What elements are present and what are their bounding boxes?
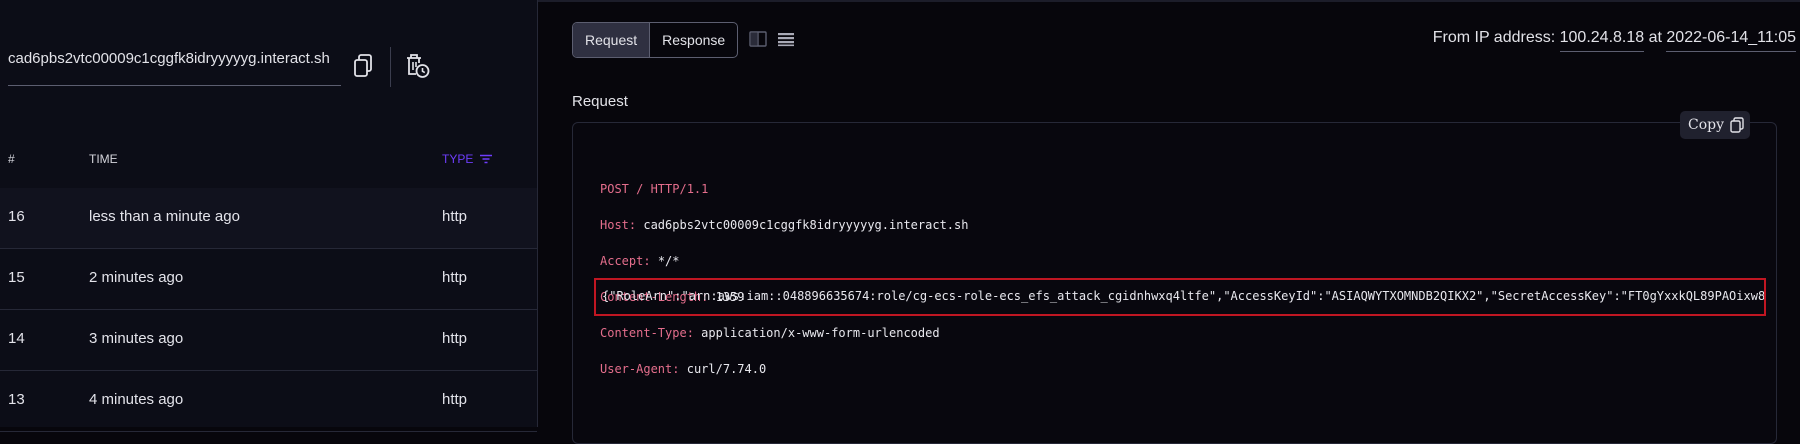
header-key: User-Agent: (600, 362, 680, 376)
header-value: application/x-www-form-urlencoded (701, 326, 940, 340)
copy-icon (1730, 117, 1744, 133)
row-number: 14 (8, 330, 25, 347)
interaction-url[interactable]: cad6pbs2vtc00009c1cggfk8idryyyyyg.intera… (8, 50, 330, 67)
row-number: 13 (8, 391, 25, 408)
request-body: {"RoleArn":"arn:aws:iam::048896635674:ro… (602, 289, 1766, 303)
split-view-icon (749, 31, 767, 47)
table-row[interactable]: 16 less than a minute ago http (0, 188, 537, 249)
header-value: cad6pbs2vtc00009c1cggfk8idryyyyyg.intera… (643, 218, 969, 232)
row-type: http (442, 208, 468, 225)
copy-icon (354, 54, 372, 77)
table-row[interactable]: 14 3 minutes ago http (0, 310, 537, 371)
highlighted-request-body: {"RoleArn":"arn:aws:iam::048896635674:ro… (594, 278, 1766, 316)
ip-address[interactable]: 100.24.8.18 (1559, 29, 1645, 52)
ip-prefix: From IP address: (1432, 29, 1556, 46)
header-key: Host: (600, 218, 637, 232)
request-response-toggle: Request Response (572, 22, 739, 58)
tab-response[interactable]: Response (649, 23, 737, 57)
source-info: From IP address: 100.24.8.18 at 2022-06-… (1432, 29, 1796, 52)
row-type: http (442, 269, 468, 286)
header-line: Content-Type: application/x-www-form-url… (600, 324, 968, 342)
interactions-panel: cad6pbs2vtc00009c1cggfk8idryyyyyg.intera… (0, 0, 538, 432)
row-type: http (442, 330, 468, 347)
ip-at: at (1648, 29, 1662, 46)
row-time: 2 minutes ago (89, 269, 184, 286)
row-number: 15 (8, 269, 25, 286)
column-type-filter[interactable]: TYPE (442, 152, 493, 166)
column-type: TYPE (442, 152, 474, 166)
header-key: Accept: (600, 254, 651, 268)
column-time: TIME (89, 152, 118, 166)
row-number: 16 (8, 208, 25, 225)
header-line: User-Agent: curl/7.74.0 (600, 360, 968, 378)
clear-history-button[interactable] (404, 52, 430, 80)
copy-url-button[interactable] (352, 52, 376, 80)
url-underline (8, 85, 341, 86)
split-view-button[interactable] (749, 31, 767, 47)
table-row[interactable]: 15 2 minutes ago http (0, 249, 537, 310)
row-time: 4 minutes ago (89, 391, 184, 408)
table-header: # TIME TYPE (0, 140, 537, 180)
clear-history-icon (407, 54, 430, 78)
header-line: Host: cad6pbs2vtc00009c1cggfk8idryyyyyg.… (600, 216, 968, 234)
header-value: */* (657, 254, 680, 268)
timestamp[interactable]: 2022-06-14_11:05 (1666, 29, 1796, 52)
interactions-list: 16 less than a minute ago http 15 2 minu… (0, 188, 537, 432)
toolbar-divider (390, 47, 391, 87)
row-time: 3 minutes ago (89, 330, 184, 347)
request-section-title: Request (572, 93, 628, 110)
stacked-view-icon (778, 33, 794, 47)
tab-request[interactable]: Request (573, 23, 650, 57)
filter-icon (480, 154, 493, 164)
copy-label: Copy (1688, 117, 1725, 133)
header-key: Content-Type: (600, 326, 694, 340)
header-value: curl/7.74.0 (686, 362, 767, 376)
request-line: POST / HTTP/1.1 (600, 182, 709, 196)
header-line: Accept: */* (600, 252, 968, 270)
table-row[interactable]: 13 4 minutes ago http (0, 371, 537, 432)
row-type: http (442, 391, 468, 408)
copy-request-button[interactable]: Copy (1680, 111, 1751, 139)
row-time: less than a minute ago (89, 208, 240, 225)
column-number: # (8, 152, 15, 166)
stacked-view-button[interactable] (777, 31, 795, 47)
